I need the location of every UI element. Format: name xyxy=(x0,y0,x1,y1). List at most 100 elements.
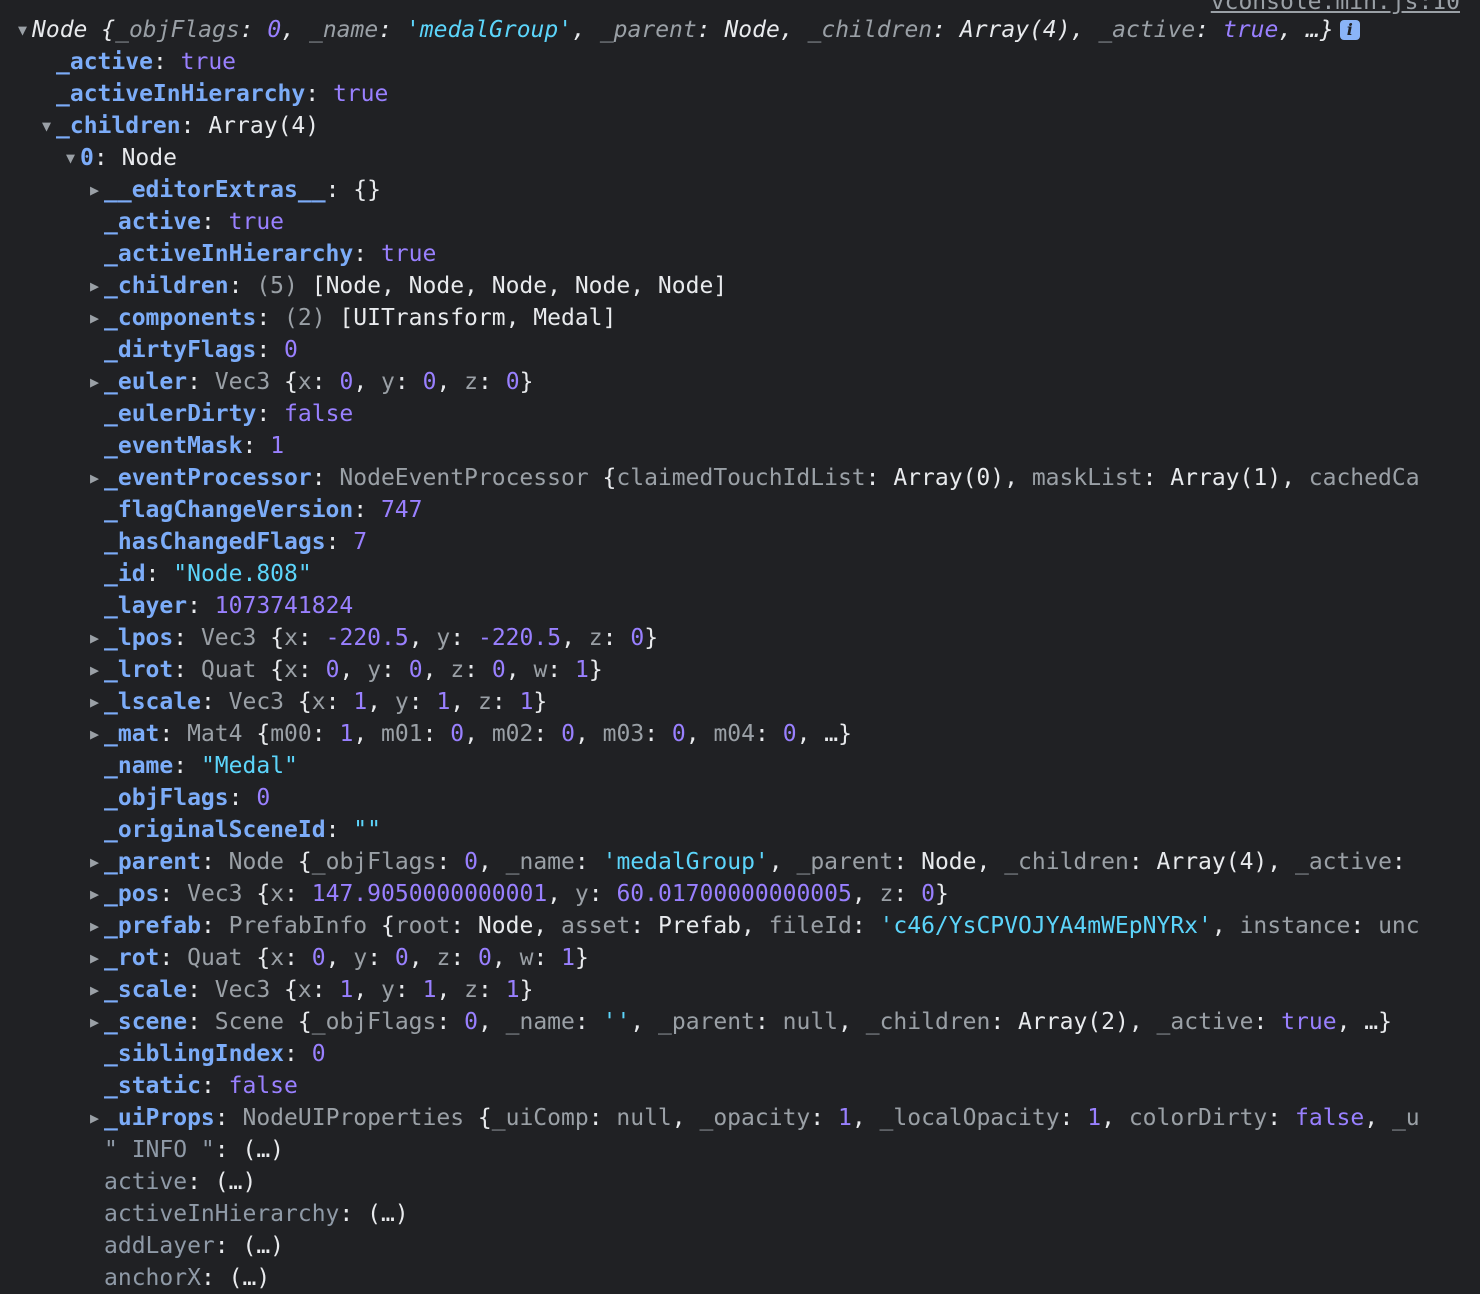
value-token: : xyxy=(547,657,575,683)
value-token: 0 xyxy=(491,657,506,683)
collapsed-triangle-icon[interactable]: ▶ xyxy=(90,654,104,686)
collapsed-triangle-icon[interactable]: ▶ xyxy=(90,718,104,750)
property-row[interactable]: ▶ _rot: Quat {x: 0, y: 0, z: 0, w: 1} xyxy=(0,942,1480,974)
value-token: Mat4 xyxy=(187,721,257,747)
property-key: _dirtyFlags xyxy=(104,337,257,363)
value-token: Vec3 xyxy=(187,881,257,907)
value-token: , xyxy=(477,1009,506,1035)
property-key: _originalSceneId xyxy=(104,817,326,843)
property-row[interactable]: ▼ _children: Array(4) xyxy=(0,110,1480,142)
key-separator: : xyxy=(159,721,188,747)
value-token: : xyxy=(602,625,631,651)
value-token: Array(4) xyxy=(208,113,320,139)
property-row[interactable]: ▶ _children: (5) [Node, Node, Node, Node,… xyxy=(0,270,1480,302)
collapsed-triangle-icon[interactable]: ▶ xyxy=(90,366,104,398)
property-row[interactable]: ▶ _uiProps: NodeUIProperties {_uiComp: nu… xyxy=(0,1102,1480,1134)
value-token: y xyxy=(436,625,451,651)
value-token: 0 xyxy=(267,17,282,43)
collapsed-triangle-icon[interactable]: ▶ xyxy=(90,1102,104,1134)
property-value[interactable]: (…) xyxy=(242,1137,284,1163)
collapsed-triangle-icon[interactable]: ▶ xyxy=(90,942,104,974)
value-token: : xyxy=(533,721,562,747)
property-row: _eventMask: 1 xyxy=(0,430,1480,462)
property-row[interactable]: ▶ _scene: Scene {_objFlags: 0, _name: '',… xyxy=(0,1006,1480,1038)
collapsed-triangle-icon[interactable]: ▶ xyxy=(90,302,104,334)
value-token: : xyxy=(408,689,437,715)
expanded-triangle-icon[interactable]: ▼ xyxy=(66,142,80,174)
value-token: 0 xyxy=(921,881,935,907)
property-row[interactable]: ▶ _eventProcessor: NodeEventProcessor {cl… xyxy=(0,462,1480,494)
collapsed-triangle-icon[interactable]: ▶ xyxy=(90,846,104,878)
value-token: 0 xyxy=(505,369,520,395)
property-value[interactable]: (…) xyxy=(229,1265,271,1291)
value-token: : xyxy=(378,17,406,43)
property-row[interactable]: ▶ _mat: Mat4 {m00: 1, m01: 0, m02: 0, m03… xyxy=(0,718,1480,750)
expanded-triangle-icon[interactable]: ▼ xyxy=(42,110,56,142)
value-token: Vec3 xyxy=(214,977,285,1003)
property-value: 1 xyxy=(270,433,284,459)
property-value: NodeEventProcessor {claimedTouchIdList: … xyxy=(339,465,1419,491)
property-row[interactable]: ▶ _parent: Node {_objFlags: 0, _name: 'me… xyxy=(0,846,1480,878)
property-row[interactable]: ▶ _scale: Vec3 {x: 1, y: 1, z: 1} xyxy=(0,974,1480,1006)
property-value[interactable]: (…) xyxy=(242,1233,284,1259)
value-token: (2) xyxy=(284,305,340,331)
collapsed-triangle-icon[interactable]: ▶ xyxy=(90,686,104,718)
key-separator: : xyxy=(152,49,181,75)
property-row[interactable]: ▶ _lscale: Vec3 {x: 1, y: 1, z: 1} xyxy=(0,686,1480,718)
collapsed-triangle-icon[interactable]: ▶ xyxy=(90,622,104,654)
value-token: 1 xyxy=(561,945,575,971)
key-separator: : xyxy=(214,1233,243,1259)
property-value[interactable]: (…) xyxy=(215,1169,257,1195)
property-row[interactable]: ▶ _pos: Vec3 {x: 147.9050000000001, y: 60… xyxy=(0,878,1480,910)
value-token: : xyxy=(1391,849,1406,875)
property-row[interactable]: ▶ _prefab: PrefabInfo {root: Node, asset:… xyxy=(0,910,1480,942)
value-token: colorDirty xyxy=(1128,1105,1268,1131)
value-token: _name xyxy=(308,17,379,43)
property-key: _hasChangedFlags xyxy=(104,529,326,555)
collapsed-triangle-icon[interactable]: ▶ xyxy=(90,878,104,910)
key-separator: : xyxy=(187,1009,215,1035)
property-row[interactable]: ▶ __editorExtras__: {} xyxy=(0,174,1480,206)
value-token: true xyxy=(380,241,437,267)
value-token: : xyxy=(574,1009,603,1035)
collapsed-triangle-icon[interactable]: ▶ xyxy=(90,174,104,206)
value-token: , xyxy=(561,625,589,651)
value-token: NodeEventProcessor xyxy=(339,465,603,491)
value-token: 0 xyxy=(671,721,686,747)
value-token: : xyxy=(810,1105,838,1131)
property-row[interactable]: ▼ Node {_objFlags: 0, _name: 'medalGroup'… xyxy=(0,14,1480,46)
collapsed-triangle-icon[interactable]: ▶ xyxy=(90,1006,104,1038)
property-key: _eulerDirty xyxy=(104,401,257,427)
value-token: z xyxy=(464,369,479,395)
property-row[interactable]: ▶ _euler: Vec3 {x: 0, y: 0, z: 0} xyxy=(0,366,1480,398)
value-token: true xyxy=(180,49,237,75)
property-key: _eventMask xyxy=(104,433,243,459)
value-token: : xyxy=(422,721,451,747)
property-row[interactable]: ▼ 0: Node xyxy=(0,142,1480,174)
expanded-triangle-icon[interactable]: ▼ xyxy=(18,14,32,46)
info-icon[interactable]: i xyxy=(1339,20,1360,40)
value-token: : xyxy=(491,689,520,715)
value-token: _children xyxy=(1004,849,1129,875)
property-value: Vec3 {x: -220.5, y: -220.5, z: 0} xyxy=(201,625,658,651)
value-token: w xyxy=(519,945,534,971)
property-row[interactable]: ▶ _lpos: Vec3 {x: -220.5, y: -220.5, z: 0… xyxy=(0,622,1480,654)
value-token: 1 xyxy=(422,977,437,1003)
property-key: _uiProps xyxy=(104,1105,215,1131)
property-row[interactable]: ▶ _components: (2) [UITransform, Medal] xyxy=(0,302,1480,334)
property-value[interactable]: (…) xyxy=(367,1201,409,1227)
collapsed-triangle-icon[interactable]: ▶ xyxy=(90,910,104,942)
value-token: , xyxy=(408,945,437,971)
collapsed-triangle-icon[interactable]: ▶ xyxy=(90,462,104,494)
value-token: 1 xyxy=(339,721,354,747)
value-token: false xyxy=(284,401,354,427)
collapsed-triangle-icon[interactable]: ▶ xyxy=(90,974,104,1006)
property-row[interactable]: ▶ _lrot: Quat {x: 0, y: 0, z: 0, w: 1} xyxy=(0,654,1480,686)
value-token: 1073741824 xyxy=(214,593,354,619)
property-value: "Medal" xyxy=(201,753,298,779)
value-token: , xyxy=(408,625,437,651)
value-token: , xyxy=(339,657,368,683)
collapsed-triangle-icon[interactable]: ▶ xyxy=(90,270,104,302)
property-value: true xyxy=(181,49,236,75)
property-value: 0 xyxy=(284,337,298,363)
